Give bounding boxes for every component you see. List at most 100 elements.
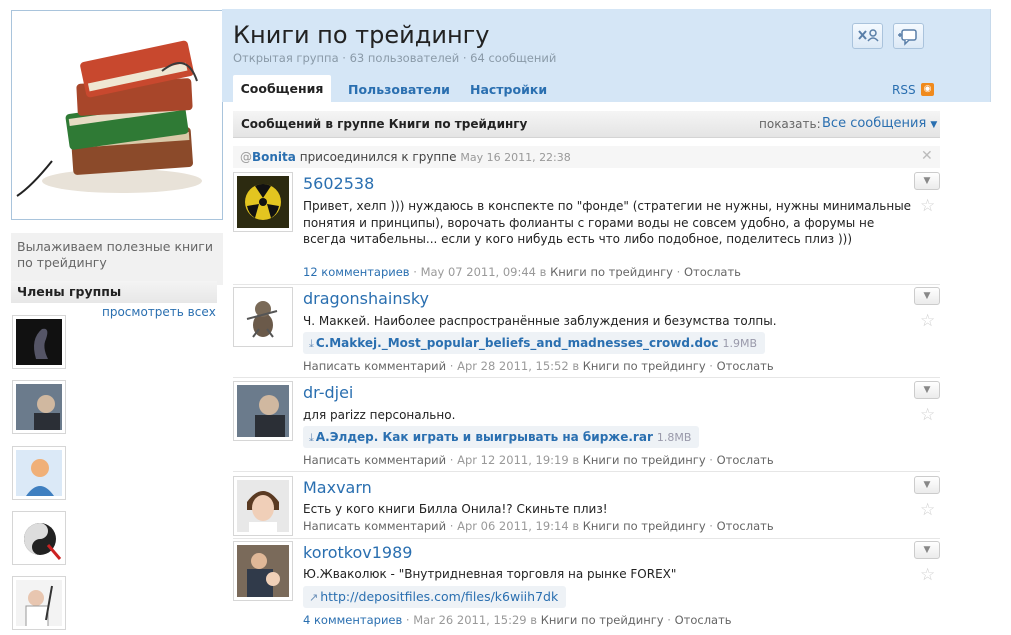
post-in: в	[530, 613, 538, 627]
page-title: Книги по трейдингу	[233, 21, 490, 49]
member-avatar[interactable]	[12, 380, 66, 434]
avatar-photo	[237, 545, 289, 597]
post-group-link[interactable]: Книги по трейдингу	[583, 453, 706, 467]
post-avatar[interactable]	[233, 287, 293, 347]
post-menu-button[interactable]: ▼	[914, 287, 940, 305]
group-header: Книги по трейдингу Открытая группа · 63 …	[222, 9, 991, 102]
comments-link[interactable]: Написать комментарий	[303, 359, 446, 373]
comments-link[interactable]: Написать комментарий	[303, 453, 446, 467]
feed-post: korotkov1989 Ю.Жваколюк - "Внутридневная…	[233, 541, 940, 631]
post-group-link[interactable]: Книги по трейдингу	[583, 359, 706, 373]
attachment-size: 1.9MB	[722, 337, 758, 350]
post-avatar[interactable]	[233, 172, 293, 232]
group-stats: Открытая группа · 63 пользователей · 64 …	[233, 51, 557, 65]
reply-link[interactable]: Отослать	[717, 519, 774, 533]
star-icon[interactable]: ☆	[920, 405, 935, 425]
post-text: Ч. Маккей. Наиболее распространённые заб…	[303, 314, 777, 328]
member-photo	[16, 384, 62, 430]
post-date: May 07 2011, 09:44	[420, 265, 537, 279]
comments-link[interactable]: Написать комментарий	[303, 519, 446, 533]
group-logo	[11, 10, 223, 220]
rss-link[interactable]: RSS	[892, 83, 916, 97]
chevron-down-icon: ▼	[923, 291, 931, 301]
feed-post: dragonshainsky Ч. Маккей. Наиболее распр…	[233, 287, 940, 375]
tab-settings[interactable]: Настройки	[470, 77, 547, 102]
join-message: присоединился к группе	[299, 150, 457, 164]
star-icon[interactable]: ☆	[920, 500, 935, 520]
post-text: для parizz персонально.	[303, 408, 456, 422]
comments-link[interactable]: 4 комментариев	[303, 613, 402, 627]
post-date: Apr 28 2011, 15:52	[457, 359, 569, 373]
post-author-link[interactable]: 5602538	[303, 174, 374, 193]
close-icon[interactable]: ✕	[921, 148, 933, 164]
post-meta: Написать комментарий · Apr 12 2011, 19:1…	[303, 453, 774, 467]
post-group-link[interactable]: Книги по трейдингу	[583, 519, 706, 533]
join-date: May 16 2011, 22:38	[460, 151, 571, 164]
star-icon[interactable]: ☆	[920, 565, 935, 585]
member-photo	[16, 580, 62, 626]
join-user-link[interactable]: Bonita	[252, 150, 296, 164]
books-logo	[16, 40, 202, 197]
new-message-button[interactable]	[893, 23, 924, 49]
post-group-link[interactable]: Книги по трейдингу	[550, 265, 673, 279]
reply-link[interactable]: Отослать	[675, 613, 732, 627]
post-date: Apr 12 2011, 19:19	[457, 453, 569, 467]
join-event-text: @Bonita присоединился к группе May 16 20…	[240, 150, 571, 164]
member-avatar[interactable]	[12, 576, 66, 630]
link-arrow-icon: ↗	[309, 591, 319, 604]
post-in: в	[572, 359, 580, 373]
post-author-link[interactable]: dr-djei	[303, 383, 353, 402]
post-avatar[interactable]	[233, 541, 293, 601]
leave-group-button[interactable]	[852, 23, 883, 49]
post-menu-button[interactable]: ▼	[914, 476, 940, 494]
post-menu-button[interactable]: ▼	[914, 541, 940, 559]
view-all-members-link[interactable]: просмотреть всех	[102, 305, 216, 319]
member-avatar[interactable]	[12, 511, 66, 565]
post-date: Apr 06 2011, 19:14	[457, 519, 569, 533]
post-in: в	[572, 519, 580, 533]
join-event: @Bonita присоединился к группе May 16 20…	[233, 146, 940, 168]
feed-toolbar: Сообщений в группе Книги по трейдингу по…	[233, 111, 940, 138]
member-photo	[16, 515, 62, 561]
attachment[interactable]: ⤓ C.Makkej._Most_popular_beliefs_and_madn…	[303, 332, 766, 354]
member-photo	[16, 450, 62, 496]
comments-link[interactable]: 12 комментариев	[303, 265, 410, 279]
at-sign: @	[240, 150, 252, 164]
filter-dropdown[interactable]: Все сообщения ▼	[822, 116, 937, 131]
reply-link[interactable]: Отослать	[717, 453, 774, 467]
post-avatar[interactable]	[233, 476, 293, 536]
post-author-link[interactable]: dragonshainsky	[303, 289, 429, 308]
chevron-down-icon: ▼	[923, 545, 931, 555]
post-text: Есть у кого книги Билла Онила!? Скиньте …	[303, 502, 608, 516]
divider	[233, 377, 940, 378]
post-text: Привет, хелп ))) нуждаюсь в конспекте по…	[303, 199, 912, 246]
group-members-icon	[858, 29, 879, 42]
rss-icon[interactable]: ◉	[921, 83, 934, 96]
star-icon[interactable]: ☆	[920, 311, 935, 331]
star-icon[interactable]: ☆	[920, 196, 935, 216]
tab-messages[interactable]: Сообщения	[233, 75, 331, 102]
attachment[interactable]: ⤓ А.Элдер. Как играть и выигрывать на бир…	[303, 426, 700, 448]
attachment-name[interactable]: А.Элдер. Как играть и выигрывать на бирж…	[316, 430, 653, 444]
reply-link[interactable]: Отослать	[717, 359, 774, 373]
post-in: в	[539, 265, 547, 279]
post-meta: Написать комментарий · Apr 06 2011, 19:1…	[303, 519, 774, 533]
attachment-url[interactable]: http://depositfiles.com/files/k6wiih7dk	[320, 589, 558, 604]
member-avatar[interactable]	[12, 446, 66, 500]
member-avatar[interactable]	[12, 315, 66, 369]
post-menu-button[interactable]: ▼	[914, 172, 940, 190]
post-avatar[interactable]	[233, 381, 293, 441]
tab-users[interactable]: Пользователи	[348, 77, 450, 102]
link-attachment[interactable]: ↗ http://depositfiles.com/files/k6wiih7dk	[303, 586, 567, 608]
reply-link[interactable]: Отослать	[684, 265, 741, 279]
attachment-name[interactable]: C.Makkej._Most_popular_beliefs_and_madne…	[316, 336, 719, 350]
post-author-link[interactable]: Maxvarn	[303, 478, 372, 497]
post-date: Mar 26 2011, 15:29	[413, 613, 527, 627]
post-menu-button[interactable]: ▼	[914, 381, 940, 399]
post-group-link[interactable]: Книги по трейдингу	[541, 613, 664, 627]
post-author-link[interactable]: korotkov1989	[303, 543, 412, 562]
feed-post: 5602538 Привет, хелп ))) нуждаюсь в конс…	[233, 172, 940, 282]
download-icon: ⤓	[309, 337, 314, 350]
attachment-size: 1.8MB	[656, 431, 692, 444]
feed-title: Сообщений в группе Книги по трейдингу	[241, 117, 528, 131]
